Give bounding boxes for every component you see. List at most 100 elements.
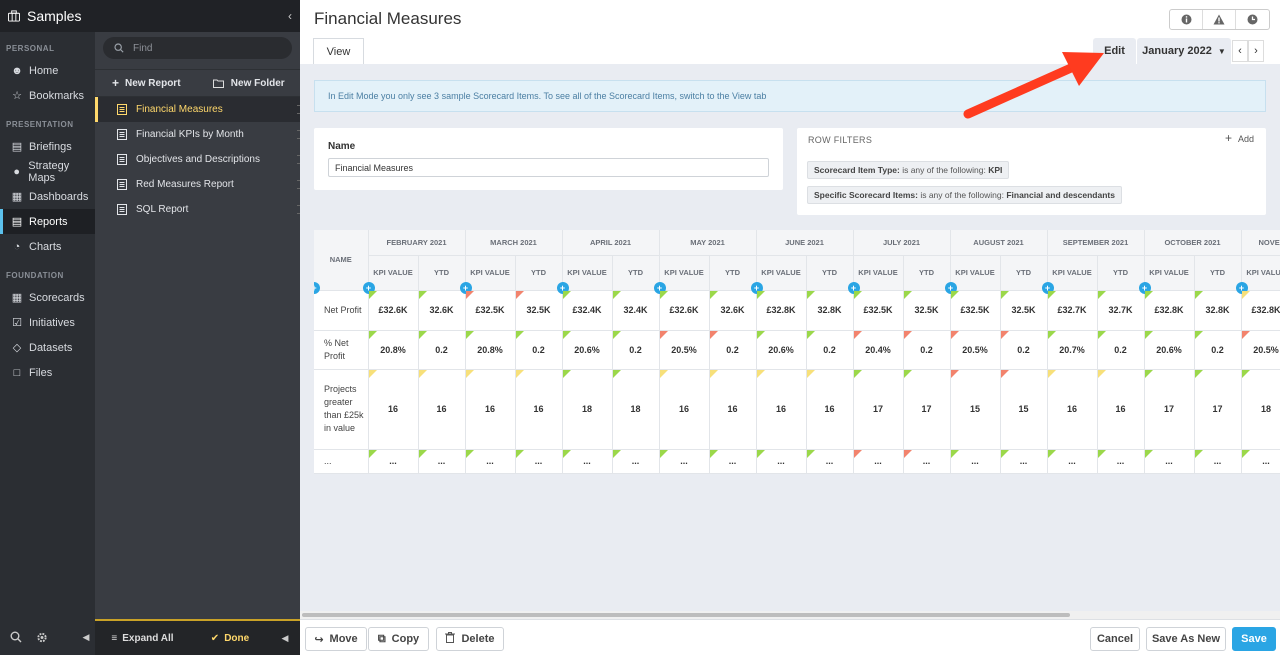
- value-cell[interactable]: 16: [515, 369, 563, 450]
- nav-item-scorecards[interactable]: ▦ Scorecards: [0, 285, 95, 310]
- value-cell[interactable]: 17: [903, 369, 951, 450]
- scrollbar-thumb[interactable]: [302, 613, 1070, 617]
- value-cell[interactable]: 20.5%: [1241, 330, 1280, 370]
- collapse-nav-icon[interactable]: ◀: [80, 631, 92, 643]
- value-cell[interactable]: ...: [1241, 449, 1280, 474]
- value-cell[interactable]: 16: [659, 369, 710, 450]
- nav-item-dashboards[interactable]: ▦ Dashboards: [0, 184, 95, 209]
- new-report-button[interactable]: + New Report: [95, 76, 198, 90]
- tab-view[interactable]: View: [313, 38, 364, 64]
- value-cell[interactable]: ...: [1097, 449, 1145, 474]
- new-folder-button[interactable]: New Folder: [198, 77, 301, 89]
- value-cell[interactable]: 20.6%: [756, 330, 807, 370]
- value-cell[interactable]: ...: [950, 449, 1001, 474]
- previous-period-button[interactable]: ‹: [1232, 40, 1248, 62]
- value-cell[interactable]: + £32.4K: [556, 281, 613, 331]
- value-cell[interactable]: + £32.7K: [1041, 281, 1098, 331]
- value-cell[interactable]: + £32.5K: [847, 281, 904, 331]
- value-cell[interactable]: 0.2: [903, 330, 951, 370]
- value-cell[interactable]: 20.4%: [853, 330, 904, 370]
- value-cell[interactable]: ...: [418, 449, 466, 474]
- value-cell[interactable]: 32.7K: [1097, 290, 1145, 331]
- nav-item-files[interactable]: □ Files: [0, 360, 95, 385]
- horizontal-scrollbar[interactable]: [300, 611, 1280, 619]
- value-cell[interactable]: 18: [562, 369, 613, 450]
- nav-item-datasets[interactable]: ◇ Datasets: [0, 335, 95, 360]
- next-period-button[interactable]: ›: [1248, 40, 1264, 62]
- value-cell[interactable]: ...: [1194, 449, 1242, 474]
- value-cell[interactable]: 16: [1047, 369, 1098, 450]
- value-cell[interactable]: 32.6K: [418, 290, 466, 331]
- search-icon[interactable]: [10, 631, 22, 643]
- value-cell[interactable]: 0.2: [612, 330, 660, 370]
- tab-edit[interactable]: Edit: [1093, 38, 1136, 64]
- value-cell[interactable]: 18: [612, 369, 660, 450]
- value-cell[interactable]: ...: [756, 449, 807, 474]
- value-cell[interactable]: 32.5K: [515, 290, 563, 331]
- report-list-item[interactable]: Objectives and Descriptions: [95, 147, 300, 172]
- value-cell[interactable]: 20.7%: [1047, 330, 1098, 370]
- value-cell[interactable]: 16: [1097, 369, 1145, 450]
- value-cell[interactable]: 20.8%: [465, 330, 516, 370]
- save-as-new-button[interactable]: Save As New: [1146, 627, 1226, 651]
- value-cell[interactable]: 0.2: [1194, 330, 1242, 370]
- value-cell[interactable]: ...: [806, 449, 854, 474]
- expand-all-button[interactable]: ≡ Expand All: [95, 633, 190, 644]
- collapse-panel-icon[interactable]: ‹: [288, 9, 292, 23]
- value-cell[interactable]: 16: [806, 369, 854, 450]
- info-icon[interactable]: [1170, 10, 1203, 29]
- value-cell[interactable]: 16: [756, 369, 807, 450]
- value-cell[interactable]: 20.6%: [1144, 330, 1195, 370]
- value-cell[interactable]: 32.8K: [806, 290, 854, 331]
- value-cell[interactable]: ...: [709, 449, 757, 474]
- value-cell[interactable]: 32.5K: [903, 290, 951, 331]
- period-selector[interactable]: January 2022 ▼: [1137, 38, 1231, 64]
- value-cell[interactable]: ...: [903, 449, 951, 474]
- value-cell[interactable]: 0.2: [1097, 330, 1145, 370]
- nav-item-strategy-maps[interactable]: ● Strategy Maps: [0, 159, 95, 184]
- done-button[interactable]: ✔ Done: [190, 633, 270, 644]
- value-cell[interactable]: + £32.6K: [653, 281, 710, 331]
- value-cell[interactable]: 17: [1194, 369, 1242, 450]
- gear-icon[interactable]: [36, 631, 48, 643]
- clock-icon[interactable]: [1236, 10, 1269, 29]
- value-cell[interactable]: 17: [853, 369, 904, 450]
- collapse-panel-arrow-icon[interactable]: ◀: [270, 633, 300, 644]
- value-cell[interactable]: ...: [1047, 449, 1098, 474]
- nav-item-initiatives[interactable]: ☑ Initiatives: [0, 310, 95, 335]
- cancel-button[interactable]: Cancel: [1090, 627, 1140, 651]
- nav-item-bookmarks[interactable]: ☆ Bookmarks: [0, 83, 95, 108]
- value-cell[interactable]: 18: [1241, 369, 1280, 450]
- warning-icon[interactable]: [1203, 10, 1236, 29]
- value-cell[interactable]: ...: [1144, 449, 1195, 474]
- save-button[interactable]: Save: [1232, 627, 1276, 651]
- value-cell[interactable]: + £32.6K: [362, 281, 419, 331]
- value-cell[interactable]: 15: [950, 369, 1001, 450]
- value-cell[interactable]: 0.2: [418, 330, 466, 370]
- value-cell[interactable]: 32.4K: [612, 290, 660, 331]
- value-cell[interactable]: 0.2: [1000, 330, 1048, 370]
- value-cell[interactable]: + £32.8K: [1235, 281, 1280, 331]
- value-cell[interactable]: 16: [368, 369, 419, 450]
- value-cell[interactable]: 32.8K: [1194, 290, 1242, 331]
- value-cell[interactable]: + £32.8K: [750, 281, 807, 331]
- value-cell[interactable]: ...: [612, 449, 660, 474]
- value-cell[interactable]: 20.5%: [659, 330, 710, 370]
- value-cell[interactable]: ...: [465, 449, 516, 474]
- value-cell[interactable]: ...: [1000, 449, 1048, 474]
- value-cell[interactable]: 15: [1000, 369, 1048, 450]
- workspace-switcher[interactable]: Samples: [0, 0, 95, 32]
- value-cell[interactable]: 16: [418, 369, 466, 450]
- value-cell[interactable]: 32.5K: [1000, 290, 1048, 331]
- report-list-item[interactable]: Financial KPIs by Month: [95, 122, 300, 147]
- value-cell[interactable]: 20.6%: [562, 330, 613, 370]
- value-cell[interactable]: 20.8%: [368, 330, 419, 370]
- value-cell[interactable]: 32.6K: [709, 290, 757, 331]
- value-cell[interactable]: + £32.8K: [1138, 281, 1195, 331]
- filter-chip-specific-items[interactable]: Specific Scorecard Items: is any of the …: [807, 186, 1122, 204]
- report-list-item[interactable]: Red Measures Report: [95, 172, 300, 197]
- value-cell[interactable]: ...: [562, 449, 613, 474]
- value-cell[interactable]: 0.2: [806, 330, 854, 370]
- value-cell[interactable]: ...: [659, 449, 710, 474]
- value-cell[interactable]: 16: [465, 369, 516, 450]
